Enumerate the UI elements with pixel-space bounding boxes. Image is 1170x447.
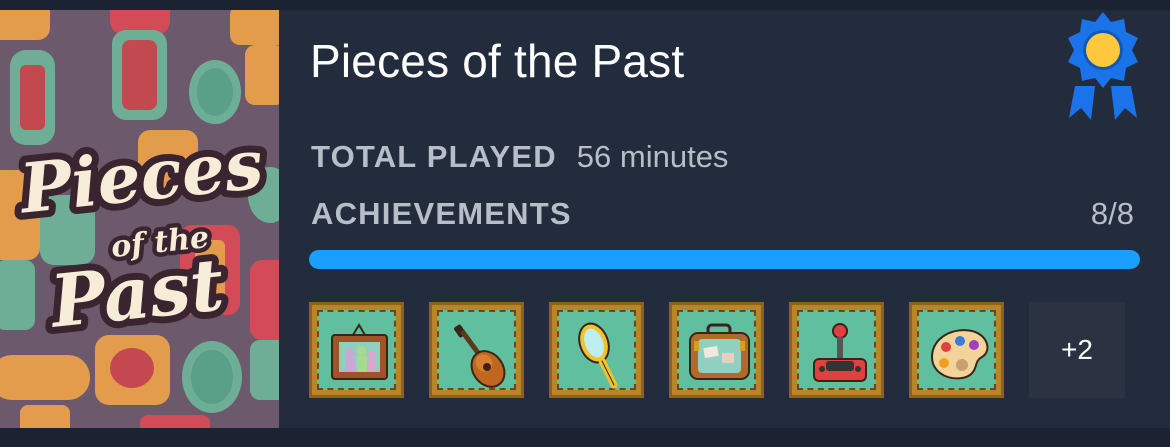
game-title[interactable]: Pieces of the Past [310,34,684,88]
cover-art-image: Pieces Pieces of the of the Past Past [0,10,279,428]
total-played-label: TOTAL PLAYED [311,139,557,174]
family-portrait-icon[interactable] [309,302,404,398]
game-info-panel: Pieces of the Past TOTAL PLAYED 56 minute… [279,10,1170,428]
achievements-count: 8/8 [1090,196,1134,231]
joystick-icon[interactable] [789,302,884,398]
hand-mirror-icon[interactable] [549,302,644,398]
achievements-label: ACHIEVEMENTS [311,196,572,231]
paint-palette-icon[interactable] [909,302,1004,398]
cover-logo-line-3-fill: Past [45,241,228,344]
more-achievements-button[interactable]: +2 [1029,302,1125,398]
total-played-value: 56 minutes [576,139,729,174]
achievements-progress-bar [309,250,1140,269]
achievements-row: ACHIEVEMENTS 8/8 [311,196,1134,232]
suitcase-icon[interactable] [669,302,764,398]
achievements-progress-fill [309,250,1140,269]
total-played-row: TOTAL PLAYED 56 minutes [311,139,728,175]
game-achievement-card[interactable]: Pieces Pieces of the of the Past Past Pi… [0,10,1170,428]
ukulele-icon[interactable] [429,302,524,398]
game-cover-art[interactable]: Pieces Pieces of the of the Past Past [0,10,279,428]
completion-badge-icon [1065,10,1141,126]
